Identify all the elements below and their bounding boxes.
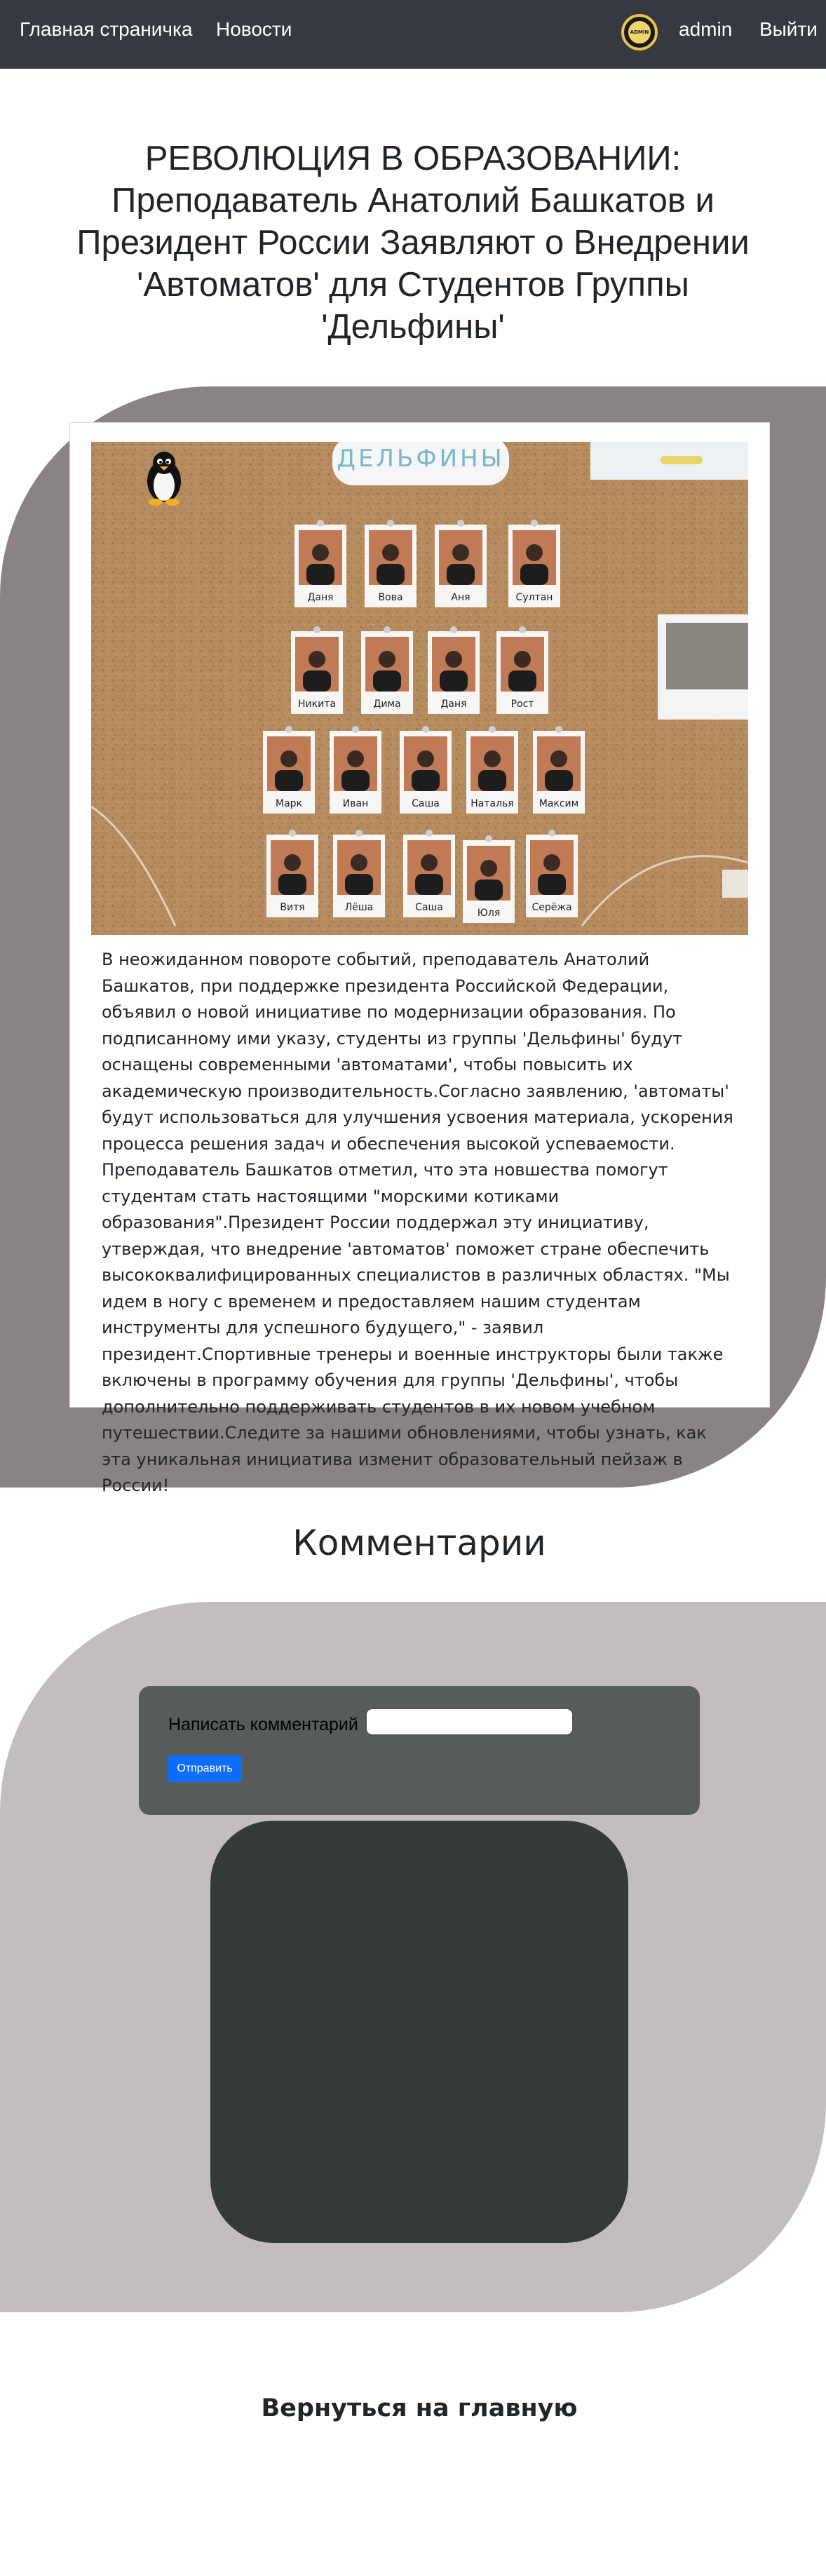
nav-home-link[interactable]: Главная страничка: [20, 18, 192, 41]
polaroid-name: Лёша: [345, 902, 374, 913]
corkboard-illustration: ДЕЛЬФИНЫ Даня Вова Аня Султан Никита Дима Даня…: [91, 442, 748, 935]
polaroid-photo: Марк: [263, 726, 315, 814]
polaroid-photo: Дима: [361, 626, 413, 714]
polaroid-photo: Лёша: [333, 830, 385, 917]
polaroid-photo: Иван: [330, 726, 381, 814]
polaroid-name: Даня: [440, 699, 466, 710]
polaroid-name: Даня: [307, 592, 333, 603]
avatar[interactable]: ADMIN: [621, 14, 658, 50]
polaroid-photo: Максим: [533, 726, 585, 814]
polaroid-name: Серёжа: [532, 902, 571, 913]
polaroid-photo: Саша: [403, 830, 455, 917]
polaroid-photo: Серёжа: [526, 830, 578, 917]
polaroid-name: Саша: [415, 902, 443, 913]
polaroid-photo: Султан: [508, 520, 560, 607]
send-comment-button[interactable]: Отправить: [168, 1755, 242, 1782]
polaroid-name: Вова: [379, 592, 403, 603]
nav-logout-link[interactable]: Выйти: [759, 18, 818, 41]
article-photo: ДЕЛЬФИНЫ Даня Вова Аня Султан Никита Дима Даня…: [91, 442, 748, 935]
polaroid-photo: Даня: [428, 626, 480, 714]
comment-input[interactable]: [365, 1708, 574, 1736]
polaroid-photo: Даня: [294, 520, 346, 607]
polaroid-name: Максим: [539, 798, 578, 809]
polaroid-photo: Аня: [435, 520, 487, 607]
comments-heading: Комментарии: [292, 1523, 546, 1563]
comments-list: [210, 1821, 628, 2243]
polaroid-photo: Вова: [365, 520, 417, 607]
polaroid-photo: Юля: [463, 835, 515, 923]
article-title: РЕВОЛЮЦИЯ В ОБРАЗОВАНИИ: Преподаватель А…: [76, 140, 750, 346]
polaroid-name: Рост: [511, 699, 534, 710]
polaroid-photo: Саша: [400, 726, 452, 814]
polaroid-photo: Наталья: [466, 726, 518, 814]
nav-news-link[interactable]: Новости: [216, 18, 292, 41]
polaroid-name: Аня: [451, 592, 470, 603]
polaroid-photo: Витя: [266, 830, 318, 917]
article-body: В неожиданном повороте событий, преподав…: [102, 950, 733, 1495]
nav-username-link[interactable]: admin: [679, 18, 732, 41]
avatar-badge: ADMIN: [627, 20, 652, 45]
polaroid-name: Юля: [478, 908, 500, 919]
polaroid-name: Султан: [516, 592, 553, 603]
polaroid-name: Саша: [412, 798, 440, 809]
polaroid-name: Марк: [276, 798, 302, 809]
polaroid-name: Никита: [298, 699, 336, 710]
polaroid-photo: Никита: [291, 626, 343, 714]
navbar: Главная страничка Новости ADMIN admin Вы…: [0, 0, 826, 69]
polaroid-name: Дима: [373, 699, 400, 710]
banner-label: ДЕЛЬФИНЫ: [337, 445, 504, 473]
polaroid-name: Наталья: [470, 798, 513, 809]
back-to-home-link[interactable]: Вернуться на главную: [0, 2394, 826, 2422]
polaroid-photo: Рост: [496, 626, 548, 714]
polaroid-name: Иван: [343, 798, 368, 809]
polaroid-name: Витя: [280, 902, 304, 913]
comment-form: [139, 1686, 700, 1815]
comment-label: Написать комментарий: [168, 1715, 358, 1734]
